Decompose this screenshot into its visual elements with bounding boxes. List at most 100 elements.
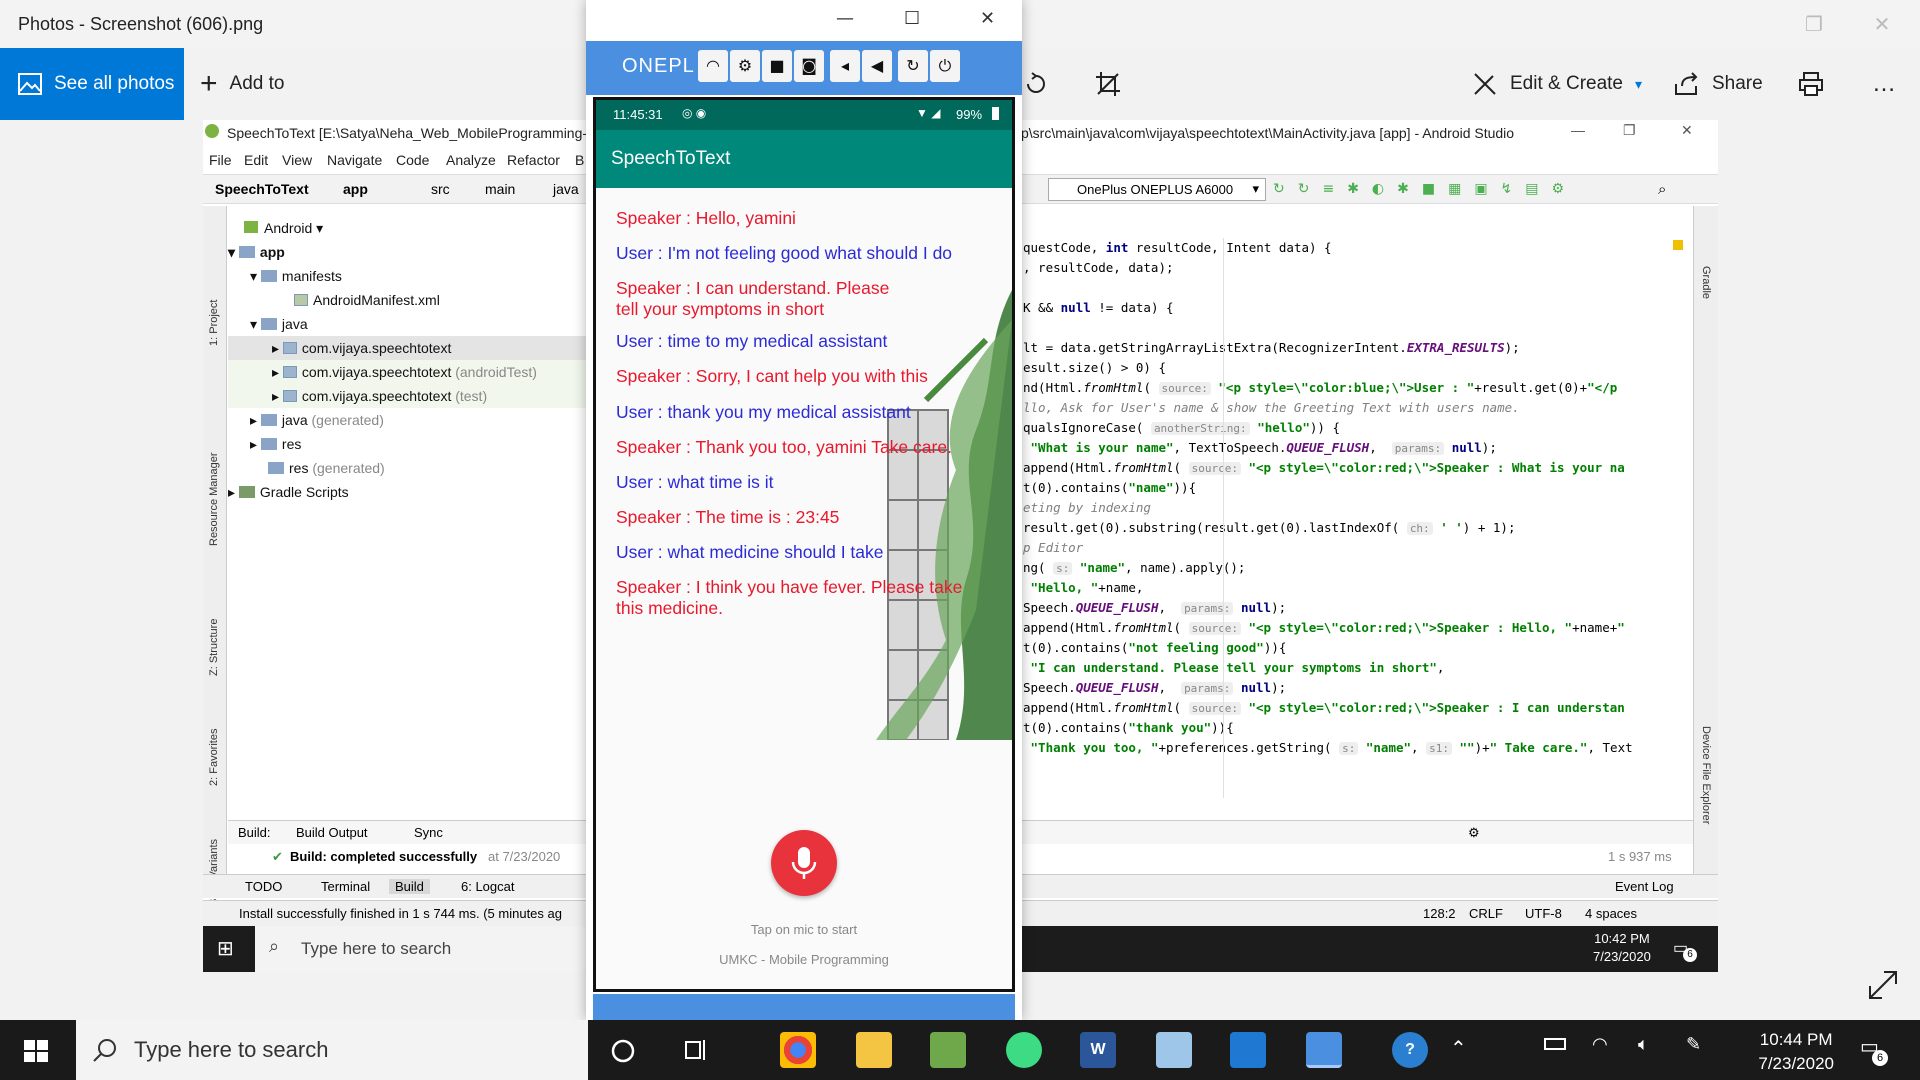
add-to-button[interactable]: + Add to: [200, 48, 284, 120]
android-studio-icon[interactable]: [1006, 1032, 1042, 1068]
phone-screen: 11:45:31 ◎ ◉ ▼ ◢ 99% SpeechToText Speake…: [593, 97, 1015, 992]
close-icon[interactable]: ✕: [1681, 122, 1693, 139]
tab-gradle[interactable]: Gradle: [1700, 266, 1712, 299]
word-icon[interactable]: W: [1080, 1032, 1116, 1068]
wifi-icon[interactable]: ◠: [1592, 1034, 1608, 1055]
share-icon: [1675, 72, 1698, 95]
menu-view[interactable]: View: [282, 152, 312, 168]
mic-button[interactable]: [771, 830, 837, 896]
tab-build[interactable]: Build: [389, 879, 430, 894]
rotate-icon[interactable]: ↻: [898, 50, 928, 82]
minimize-icon[interactable]: —: [1571, 122, 1585, 138]
snipping-tool-icon[interactable]: [1156, 1032, 1192, 1068]
tab-structure[interactable]: Z: Structure: [208, 619, 220, 676]
close-icon[interactable]: ✕: [980, 8, 995, 29]
file-explorer-icon[interactable]: [856, 1032, 892, 1068]
settings-icon[interactable]: ⚙: [730, 50, 760, 82]
taskbar-search-box[interactable]: Type here to search: [76, 1020, 588, 1080]
indent-setting[interactable]: 4 spaces: [1585, 906, 1637, 921]
volume-up-icon[interactable]: ◀: [862, 50, 892, 82]
notepad-plus-icon[interactable]: [930, 1032, 966, 1068]
file-encoding[interactable]: UTF-8: [1525, 906, 1562, 921]
tree-item-res-generated[interactable]: res (generated): [268, 456, 385, 480]
chat-message: User : time to my medical assistant: [616, 331, 888, 351]
settings-icon[interactable]: ⚙: [1468, 825, 1480, 841]
phone-mirror-icon[interactable]: [1306, 1032, 1342, 1068]
restore-icon[interactable]: ❐: [1623, 122, 1636, 139]
tab-todo[interactable]: TODO: [245, 879, 282, 894]
inner-clock[interactable]: 10:42 PM 7/23/2020: [1593, 930, 1651, 966]
tree-item-label: manifests: [281, 268, 342, 284]
tab-resource-manager[interactable]: Resource Manager: [208, 452, 220, 546]
cursor-position[interactable]: 128:2: [1423, 906, 1456, 921]
more-options-button[interactable]: …: [1872, 48, 1896, 120]
tab-build-output[interactable]: Build Output: [296, 825, 368, 840]
breadcrumb-java[interactable]: java: [553, 181, 579, 197]
power-icon[interactable]: ⏻: [930, 50, 960, 82]
print-button[interactable]: [1798, 48, 1824, 120]
restore-icon[interactable]: ❐: [1784, 8, 1844, 40]
event-log-button[interactable]: Event Log: [1615, 879, 1674, 894]
help-icon[interactable]: ?: [1392, 1032, 1428, 1068]
inner-search-box[interactable]: ⌕ Type here to search: [255, 926, 635, 972]
chrome-icon[interactable]: [780, 1032, 816, 1068]
rotate-button[interactable]: [1022, 48, 1050, 120]
device-selector[interactable]: OnePlus ONEPLUS A6000 ▾: [1048, 178, 1266, 201]
camera-icon[interactable]: ◙: [794, 50, 824, 82]
breadcrumb-app[interactable]: app: [343, 181, 368, 197]
menu-navigate[interactable]: Navigate: [327, 152, 382, 168]
code-editor[interactable]: questCode, int resultCode, Intent data) …: [1023, 238, 1703, 798]
menu-analyze[interactable]: Analyze: [446, 152, 496, 168]
tab-device-file-explorer[interactable]: Device File Explorer: [1700, 726, 1712, 824]
tree-item-java[interactable]: ▾ java: [250, 312, 308, 336]
volume-down-icon[interactable]: ◂: [830, 50, 860, 82]
volume-icon[interactable]: 🔈︎: [1638, 1034, 1649, 1055]
tree-item-gradle-scripts[interactable]: ▸ Gradle Scripts: [228, 480, 349, 504]
tab-favorites[interactable]: 2: Favorites: [208, 729, 220, 786]
menu-refactor[interactable]: Refactor: [507, 152, 560, 168]
chevron-up-icon[interactable]: ⌃: [1450, 1036, 1467, 1061]
search-icon[interactable]: ⌕: [1658, 180, 1666, 198]
cortana-icon[interactable]: [610, 1038, 636, 1064]
menu-edit[interactable]: Edit: [244, 152, 268, 168]
tree-item-app[interactable]: ▾ app: [228, 240, 285, 264]
toolbar-action-icons[interactable]: ↻↻≡✱◐✱■▦▣↯▤⚙: [1273, 181, 1603, 197]
maximize-icon[interactable]: ☐: [904, 8, 920, 29]
tab-project[interactable]: 1: Project: [208, 300, 220, 346]
menu-code[interactable]: Code: [396, 152, 429, 168]
breadcrumb-src[interactable]: src: [431, 181, 450, 197]
notification-count: 6: [1872, 1050, 1888, 1066]
edit-create-button[interactable]: Edit & Create ▾: [1472, 48, 1642, 120]
windows-start-icon[interactable]: [24, 1040, 48, 1062]
menu-file[interactable]: File: [209, 152, 232, 168]
pen-icon[interactable]: ✎: [1686, 1034, 1701, 1055]
tree-item-manifests[interactable]: ▾ manifests: [250, 264, 342, 288]
expand-icon[interactable]: [1866, 968, 1900, 1002]
headphones-icon[interactable]: ◠: [698, 50, 728, 82]
share-button[interactable]: Share: [1674, 48, 1763, 120]
tab-sync[interactable]: Sync: [414, 825, 443, 840]
photos-icon[interactable]: [1230, 1032, 1266, 1068]
tree-item-extra: (generated): [312, 460, 385, 476]
taskbar-clock[interactable]: 10:44 PM 7/23/2020: [1758, 1028, 1834, 1076]
tree-item-res[interactable]: ▸ res: [250, 432, 301, 456]
see-all-photos-button[interactable]: See all photos: [0, 48, 184, 120]
crop-button[interactable]: [1094, 48, 1122, 120]
battery-icon[interactable]: [1544, 1038, 1566, 1050]
phone-bottom-bar: [593, 994, 1015, 1020]
windows-start-icon[interactable]: ⊞: [217, 936, 234, 961]
task-view-icon[interactable]: [682, 1038, 708, 1062]
minimize-icon[interactable]: —: [836, 8, 854, 29]
project-view-selector[interactable]: Android ▾: [244, 216, 323, 240]
record-video-icon[interactable]: ■: [762, 50, 792, 82]
breadcrumb-project[interactable]: SpeechToText: [215, 181, 309, 197]
close-icon[interactable]: ✕: [1852, 8, 1912, 40]
breadcrumb-main[interactable]: main: [485, 181, 515, 197]
tab-logcat[interactable]: 6: Logcat: [461, 879, 515, 894]
device-brand: ONEPL: [622, 55, 695, 77]
line-separator[interactable]: CRLF: [1469, 906, 1503, 921]
tree-item-manifest-file[interactable]: AndroidManifest.xml: [294, 288, 440, 312]
menu-build[interactable]: B: [575, 152, 584, 168]
tab-terminal[interactable]: Terminal: [321, 879, 370, 894]
tree-item-java-generated[interactable]: ▸ java (generated): [250, 408, 384, 432]
